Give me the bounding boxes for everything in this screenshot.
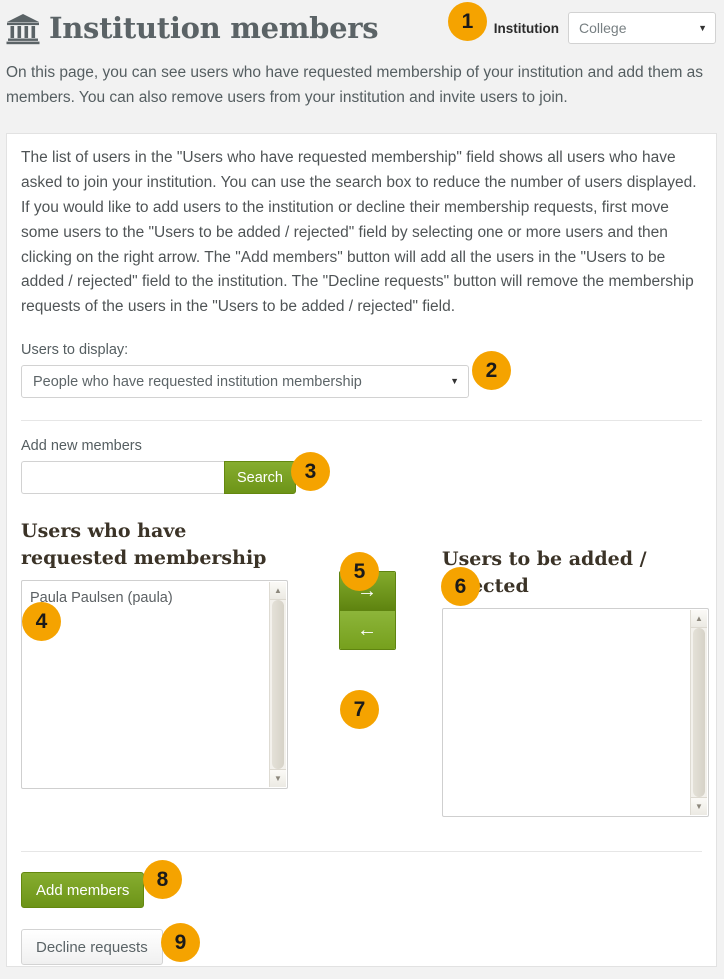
panel-inner: The list of users in the "Users who have… — [7, 134, 716, 966]
scrollbar-thumb[interactable] — [272, 600, 284, 770]
target-list-heading: Users to be added / rejected — [442, 548, 647, 598]
page-title-block: Institution members — [6, 11, 494, 45]
search-button[interactable]: Search — [224, 461, 296, 495]
institution-bank-icon — [6, 13, 40, 45]
target-list-scrollbar[interactable]: ▲ ▼ — [690, 610, 707, 816]
callout-badge-8: 8 — [143, 860, 182, 899]
scrollbar-thumb[interactable] — [693, 628, 705, 798]
callout-badge-2: 2 — [472, 351, 511, 390]
institution-select[interactable]: College ▼ — [568, 12, 716, 44]
institution-selector-group: Institution College ▼ — [494, 12, 716, 44]
page-header: Institution members Institution College … — [0, 0, 724, 56]
institution-select-value: College — [579, 20, 627, 36]
scroll-down-icon[interactable]: ▼ — [691, 797, 707, 816]
target-users-listbox[interactable]: ▲ ▼ — [442, 608, 709, 818]
decline-requests-row: Decline requests — [21, 908, 702, 966]
chevron-down-icon: ▼ — [450, 376, 459, 387]
users-to-display-label: Users to display: — [21, 342, 129, 359]
move-left-button[interactable]: ← — [339, 610, 395, 650]
main-panel: The list of users in the "Users who have… — [6, 133, 717, 967]
list-item[interactable]: Paula Paulsen (paula) — [30, 588, 287, 610]
users-to-display-row: People who have requested institution me… — [21, 365, 702, 399]
search-input[interactable] — [21, 461, 224, 495]
scroll-up-icon[interactable]: ▲ — [270, 582, 286, 601]
target-users-items — [443, 609, 708, 616]
callout-badge-3: 3 — [291, 452, 330, 491]
callout-badge-9: 9 — [161, 923, 200, 962]
decline-requests-button[interactable]: Decline requests — [21, 929, 163, 966]
scroll-up-icon[interactable]: ▲ — [691, 610, 707, 629]
callout-badge-7: 7 — [340, 690, 379, 729]
add-members-row: Add members — [21, 872, 702, 909]
search-row: Search — [21, 461, 702, 495]
page-intro-text: On this page, you can see users who have… — [6, 64, 704, 107]
institution-label: Institution — [493, 20, 559, 36]
help-text: The list of users in the "Users who have… — [21, 149, 697, 316]
footer-actions: Add members Decline requests — [21, 852, 702, 966]
callout-badge-5: 5 — [340, 552, 379, 591]
callout-badge-6: 6 — [441, 567, 480, 606]
users-to-display-value: People who have requested institution me… — [33, 373, 362, 390]
requested-list-heading: Users who have requested membership — [21, 520, 267, 570]
add-new-members-label: Add new members — [21, 438, 142, 455]
callout-badge-1: 1 — [448, 2, 487, 41]
requested-list-scrollbar[interactable]: ▲ ▼ — [269, 582, 286, 788]
requested-users-items: Paula Paulsen (paula) — [22, 581, 287, 610]
divider-1 — [21, 420, 702, 422]
page-title: Institution members — [49, 11, 379, 45]
target-list-column: Users to be added / rejected ▲ ▼ — [442, 518, 713, 818]
chevron-down-icon: ▼ — [698, 22, 707, 33]
requested-users-listbox[interactable]: Paula Paulsen (paula) ▲ ▼ — [21, 580, 288, 790]
scroll-down-icon[interactable]: ▼ — [270, 769, 286, 788]
users-to-display-select[interactable]: People who have requested institution me… — [21, 365, 469, 399]
callout-badge-4: 4 — [22, 602, 61, 641]
add-members-button[interactable]: Add members — [21, 872, 145, 909]
requested-list-column: Users who have requested membership Paul… — [21, 518, 292, 817]
